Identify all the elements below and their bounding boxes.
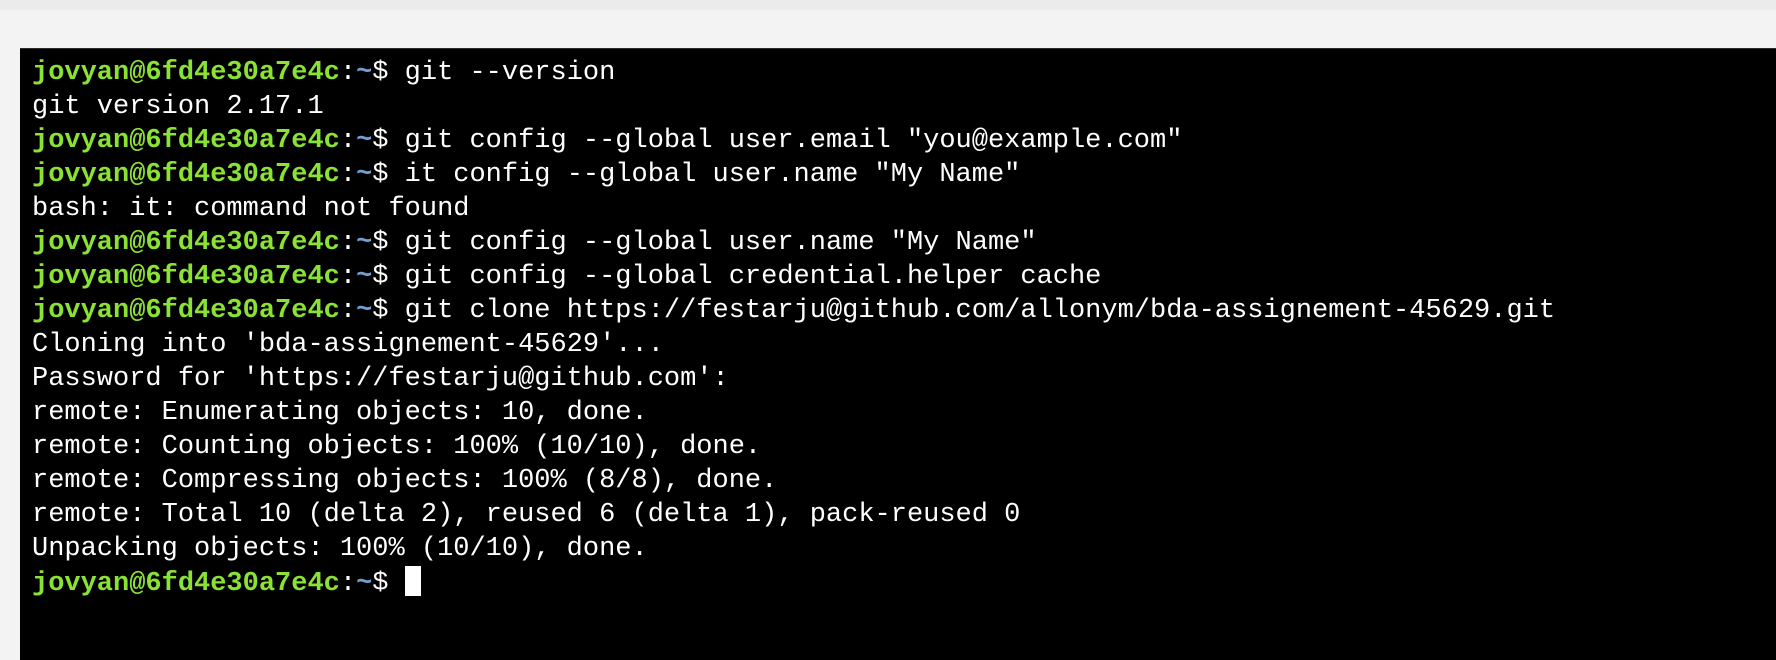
prompt-user-host: jovyan@6fd4e30a7e4c xyxy=(32,58,340,88)
output-line: remote: Compressing objects: 100% (8/8),… xyxy=(32,464,1776,498)
output-line: Unpacking objects: 100% (10/10), done. xyxy=(32,532,1776,566)
prompt-separator: : xyxy=(339,228,357,258)
prompt-symbol: $ xyxy=(372,262,405,292)
command-line: jovyan@6fd4e30a7e4c:~$ git config --glob… xyxy=(32,226,1776,260)
prompt-path: ~ xyxy=(356,262,373,292)
command-text: git config --global user.email "you@exam… xyxy=(404,126,1183,156)
output-text: Cloning into 'bda-assignement-45629'... xyxy=(32,330,664,360)
prompt-separator: : xyxy=(339,296,357,326)
prompt-symbol: $ xyxy=(372,58,405,88)
command-line: jovyan@6fd4e30a7e4c:~$ git config --glob… xyxy=(32,260,1776,294)
prompt-user-host: jovyan@6fd4e30a7e4c xyxy=(32,126,340,156)
prompt-separator: : xyxy=(339,58,357,88)
prompt-separator: : xyxy=(339,569,357,599)
prompt-path: ~ xyxy=(356,58,373,88)
output-line: remote: Enumerating objects: 10, done. xyxy=(32,396,1776,430)
output-text: Unpacking objects: 100% (10/10), done. xyxy=(32,534,648,564)
prompt-user-host: jovyan@6fd4e30a7e4c xyxy=(32,228,340,258)
output-line: Cloning into 'bda-assignement-45629'... xyxy=(32,328,1776,362)
prompt-path: ~ xyxy=(356,569,373,599)
terminal-output[interactable]: jovyan@6fd4e30a7e4c:~$ git --version git … xyxy=(32,56,1776,600)
prompt-user-host: jovyan@6fd4e30a7e4c xyxy=(32,262,340,292)
output-line: bash: it: command not found xyxy=(32,192,1776,226)
command-line: jovyan@6fd4e30a7e4c:~$ it config --globa… xyxy=(32,158,1776,192)
output-text: bash: it: command not found xyxy=(32,194,470,224)
output-text: remote: Compressing objects: 100% (8/8),… xyxy=(32,466,778,496)
output-line: remote: Total 10 (delta 2), reused 6 (de… xyxy=(32,498,1776,532)
prompt-symbol: $ xyxy=(372,569,405,599)
output-text: Password for 'https://festarju@github.co… xyxy=(32,364,729,394)
prompt-line-active: jovyan@6fd4e30a7e4c:~$ xyxy=(32,566,1776,600)
page: jovyan@6fd4e30a7e4c:~$ git --version git … xyxy=(0,0,1776,660)
prompt-symbol: $ xyxy=(372,160,405,190)
output-line: remote: Counting objects: 100% (10/10), … xyxy=(32,430,1776,464)
prompt-user-host: jovyan@6fd4e30a7e4c xyxy=(32,296,340,326)
prompt-symbol: $ xyxy=(372,126,405,156)
command-text: git clone https://festarju@github.com/al… xyxy=(404,296,1556,326)
output-text: remote: Enumerating objects: 10, done. xyxy=(32,398,648,428)
command-text: git config --global user.name "My Name" xyxy=(404,228,1037,258)
prompt-symbol: $ xyxy=(372,296,405,326)
output-line: Password for 'https://festarju@github.co… xyxy=(32,362,1776,396)
terminal-window[interactable]: jovyan@6fd4e30a7e4c:~$ git --version git … xyxy=(20,48,1776,660)
command-text: git config --global credential.helper ca… xyxy=(404,262,1102,292)
text-cursor[interactable] xyxy=(404,566,421,596)
prompt-user-host: jovyan@6fd4e30a7e4c xyxy=(32,569,340,599)
prompt-path: ~ xyxy=(356,296,373,326)
prompt-symbol: $ xyxy=(372,228,405,258)
command-text: git --version xyxy=(404,58,616,88)
command-line: jovyan@6fd4e30a7e4c:~$ git clone https:/… xyxy=(32,294,1776,328)
prompt-path: ~ xyxy=(356,160,373,190)
output-text: remote: Total 10 (delta 2), reused 6 (de… xyxy=(32,500,1021,530)
window-top-strip xyxy=(0,0,1776,10)
prompt-separator: : xyxy=(339,126,357,156)
command-text: it config --global user.name "My Name" xyxy=(404,160,1021,190)
prompt-path: ~ xyxy=(356,228,373,258)
output-line: git version 2.17.1 xyxy=(32,90,1776,124)
prompt-separator: : xyxy=(339,262,357,292)
command-line: jovyan@6fd4e30a7e4c:~$ git --version xyxy=(32,56,1776,90)
prompt-separator: : xyxy=(339,160,357,190)
output-text: git version 2.17.1 xyxy=(32,92,324,122)
output-text: remote: Counting objects: 100% (10/10), … xyxy=(32,432,762,462)
prompt-path: ~ xyxy=(356,126,373,156)
command-line: jovyan@6fd4e30a7e4c:~$ git config --glob… xyxy=(32,124,1776,158)
prompt-user-host: jovyan@6fd4e30a7e4c xyxy=(32,160,340,190)
